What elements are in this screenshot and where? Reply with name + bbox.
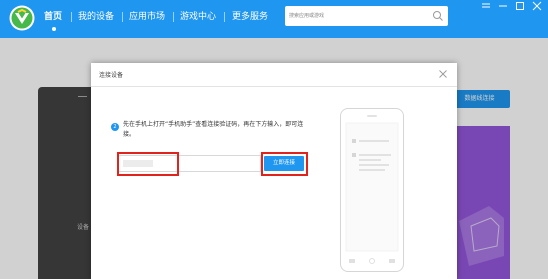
search-box[interactable] (285, 6, 448, 26)
dialog-close-icon[interactable] (439, 70, 447, 78)
nav-divider (122, 12, 123, 22)
connect-button-highlight (261, 152, 308, 176)
nav-game-center[interactable]: 游戏中心 (180, 11, 216, 23)
step-number-badge: 2 (111, 123, 119, 131)
search-input[interactable] (289, 9, 424, 23)
close-icon[interactable] (530, 0, 544, 12)
phone-screen-illustration (345, 115, 399, 264)
search-icon[interactable] (432, 10, 444, 22)
nav-my-devices[interactable]: 我的设备 (78, 11, 114, 23)
nav-more-services[interactable]: 更多服务 (232, 11, 268, 23)
app-logo-icon[interactable] (9, 5, 35, 31)
nav-app-market[interactable]: 应用市场 (129, 11, 165, 23)
code-input-highlight (117, 152, 179, 176)
instruction-text: 先在手机上打开“手机助手”查看连接验证码，再在下方输入，即可连接。 (123, 121, 304, 138)
nav-divider (173, 12, 174, 22)
nav-divider (71, 12, 72, 22)
maximize-icon[interactable] (513, 0, 527, 12)
dialog-title: 连接设备 (99, 72, 124, 79)
nav-active-indicator (52, 27, 56, 31)
dialog-header: 连接设备 (91, 63, 457, 87)
minimize-icon[interactable] (496, 0, 510, 12)
top-navigation-bar: 首页 我的设备 应用市场 游戏中心 更多服务 (0, 0, 548, 38)
nav-divider (224, 12, 225, 22)
nav-home[interactable]: 首页 (44, 11, 62, 23)
menu-icon[interactable] (479, 0, 493, 12)
connect-device-dialog: 连接设备 2 先在手机上打开“手机助手”查看连接验证码，再在下方输入，即可连接。… (91, 63, 457, 279)
phone-illustration (340, 108, 404, 272)
